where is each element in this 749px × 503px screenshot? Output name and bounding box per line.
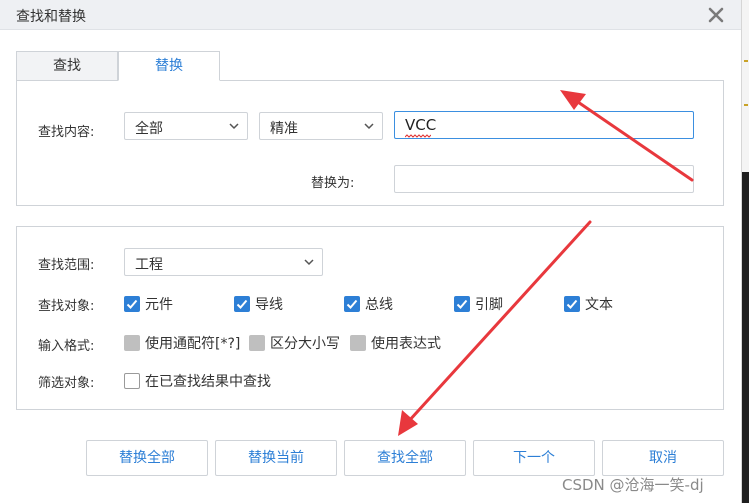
- checkbox-bus[interactable]: 总线: [344, 294, 393, 314]
- replace-label: 替换为:: [311, 176, 355, 191]
- tab-label: 查找: [53, 58, 81, 74]
- range-select[interactable]: 工程: [124, 248, 323, 276]
- tab-find[interactable]: 查找: [16, 51, 118, 81]
- tab-replace[interactable]: 替换: [118, 51, 220, 81]
- checkmark-icon: [234, 296, 250, 312]
- next-button[interactable]: 下一个: [473, 440, 595, 476]
- checkbox-search-in-results[interactable]: 在已查找结果中查找: [124, 371, 271, 391]
- chevron-down-icon: [229, 123, 239, 130]
- checkbox-label: 使用表达式: [371, 336, 441, 352]
- checkmark-icon: [344, 296, 360, 312]
- tab-label: 替换: [155, 58, 183, 74]
- replace-current-button[interactable]: 替换当前: [215, 440, 337, 476]
- checkbox-label: 导线: [255, 297, 283, 313]
- checkmark-icon: [564, 296, 580, 312]
- background-window-edge: [741, 0, 749, 503]
- watermark: CSDN @沧海一笑-dj: [562, 476, 704, 494]
- checkmark-icon: [124, 296, 140, 312]
- checkbox-component[interactable]: 元件: [124, 294, 173, 314]
- cancel-button[interactable]: 取消: [602, 440, 724, 476]
- range-select-value: 工程: [135, 257, 163, 273]
- checkbox-regex[interactable]: 使用表达式: [350, 333, 441, 353]
- range-label: 查找范围:: [38, 258, 95, 273]
- checkbox-label: 引脚: [475, 297, 503, 313]
- find-input[interactable]: VCC: [394, 111, 694, 139]
- match-mode-value: 精准: [270, 121, 298, 137]
- chevron-down-icon: [364, 123, 374, 130]
- scope-select-value: 全部: [135, 121, 163, 137]
- checkbox-label: 总线: [365, 297, 393, 313]
- filter-label: 筛选对象:: [38, 376, 95, 391]
- checkbox-label: 元件: [145, 297, 173, 313]
- chevron-down-icon: [304, 259, 314, 266]
- spellcheck-underline: [405, 134, 431, 138]
- dialog-title: 查找和替换: [16, 9, 86, 25]
- checkbox-match-case[interactable]: 区分大小写: [249, 333, 340, 353]
- checkbox-label: 在已查找结果中查找: [145, 374, 271, 390]
- match-mode-select[interactable]: 精准: [259, 112, 383, 140]
- replace-input[interactable]: [394, 165, 694, 193]
- find-replace-dialog: 查找和替换 查找 替换 查找内容: 全部 精准 VCC 替换为: 查找范围: 工…: [0, 0, 749, 503]
- format-label: 输入格式:: [38, 339, 95, 354]
- find-all-button[interactable]: 查找全部: [344, 440, 466, 476]
- close-icon[interactable]: [704, 3, 728, 27]
- checkbox-text[interactable]: 文本: [564, 294, 613, 314]
- scope-select[interactable]: 全部: [124, 112, 248, 140]
- checkbox-pin[interactable]: 引脚: [454, 294, 503, 314]
- checkmark-icon: [454, 296, 470, 312]
- checkbox-label: 区分大小写: [270, 336, 340, 352]
- find-input-value: VCC: [405, 116, 437, 134]
- search-panel: 查找内容: 全部 精准 VCC 替换为:: [16, 80, 724, 206]
- checkbox-wildcard[interactable]: 使用通配符[*?]: [124, 333, 240, 353]
- find-label: 查找内容:: [38, 125, 95, 140]
- checkbox-wire[interactable]: 导线: [234, 294, 283, 314]
- objects-label: 查找对象:: [38, 299, 95, 314]
- checkbox-label: 使用通配符[*?]: [145, 336, 241, 352]
- title-bar: 查找和替换: [0, 0, 741, 30]
- replace-all-button[interactable]: 替换全部: [86, 440, 208, 476]
- options-panel: 查找范围: 工程 查找对象: 元件 导线 总线 引脚 文本 输入格式: 使用通配…: [16, 226, 724, 410]
- checkbox-label: 文本: [585, 297, 613, 313]
